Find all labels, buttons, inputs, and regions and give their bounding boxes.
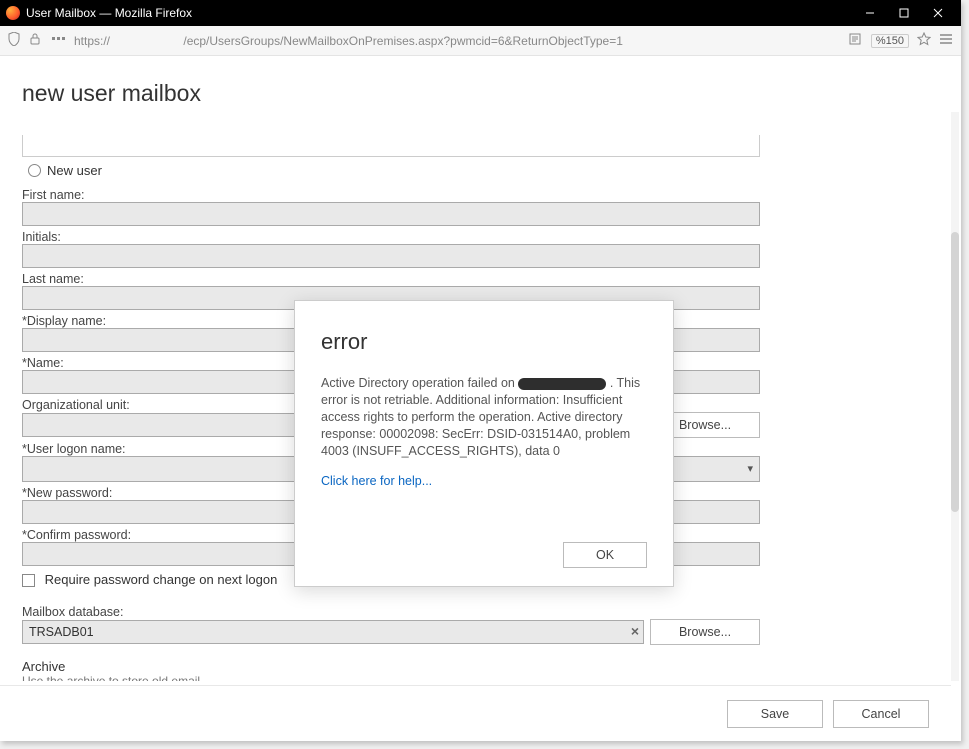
zoom-indicator[interactable]: %150 bbox=[871, 34, 909, 48]
mbdb-value: TRSADB01 bbox=[29, 625, 94, 639]
initials-input[interactable] bbox=[22, 244, 760, 268]
require-change-checkbox[interactable] bbox=[22, 574, 35, 587]
dialog-body-pre: Active Directory operation failed on bbox=[321, 376, 518, 390]
permissions-icon bbox=[52, 33, 66, 48]
dialog-title: error bbox=[321, 329, 647, 355]
url-path: /ecp/UsersGroups/NewMailboxOnPremises.as… bbox=[183, 34, 623, 48]
mbdb-input[interactable]: TRSADB01 × bbox=[22, 620, 644, 644]
help-link[interactable]: Click here for help... bbox=[321, 474, 432, 488]
initials-label: Initials: bbox=[22, 230, 760, 244]
cancel-button[interactable]: Cancel bbox=[833, 700, 929, 728]
archive-hint: Use the archive to store old email. bbox=[22, 674, 760, 681]
mbdb-label: Mailbox database: bbox=[22, 605, 760, 619]
last-name-label: Last name: bbox=[22, 272, 760, 286]
menu-icon[interactable] bbox=[939, 33, 953, 48]
clear-icon[interactable]: × bbox=[631, 623, 639, 639]
new-user-radio[interactable] bbox=[28, 164, 41, 177]
title-bar: User Mailbox — Mozilla Firefox bbox=[0, 0, 961, 26]
mbdb-browse-button[interactable]: Browse... bbox=[650, 619, 760, 645]
require-change-label: Require password change on next logon bbox=[45, 572, 278, 587]
first-name-label: First name: bbox=[22, 188, 760, 202]
close-button[interactable] bbox=[921, 0, 955, 26]
firefox-icon bbox=[6, 6, 20, 20]
first-name-input[interactable] bbox=[22, 202, 760, 226]
bookmark-icon[interactable] bbox=[917, 32, 931, 49]
url[interactable]: https:// /ecp/UsersGroups/NewMailboxOnPr… bbox=[74, 34, 841, 48]
shield-icon bbox=[8, 32, 22, 49]
error-dialog: error Active Directory operation failed … bbox=[294, 300, 674, 587]
lock-icon bbox=[30, 33, 44, 48]
chevron-down-icon: ▾ bbox=[747, 462, 753, 475]
address-bar: https:// /ecp/UsersGroups/NewMailboxOnPr… bbox=[0, 26, 961, 56]
ok-button[interactable]: OK bbox=[563, 542, 647, 568]
reader-icon[interactable] bbox=[849, 33, 863, 48]
truncated-box bbox=[22, 135, 760, 157]
footer: Save Cancel bbox=[0, 685, 951, 741]
archive-heading: Archive bbox=[22, 659, 760, 674]
scrollbar-thumb[interactable] bbox=[951, 232, 959, 512]
new-user-label: New user bbox=[47, 163, 102, 178]
scrollbar[interactable] bbox=[951, 112, 959, 681]
url-protocol: https:// bbox=[74, 34, 110, 48]
save-button[interactable]: Save bbox=[727, 700, 823, 728]
window-title: User Mailbox — Mozilla Firefox bbox=[26, 6, 192, 20]
minimize-button[interactable] bbox=[853, 0, 887, 26]
redacted-server bbox=[518, 378, 606, 390]
page-title: new user mailbox bbox=[22, 80, 929, 107]
maximize-button[interactable] bbox=[887, 0, 921, 26]
dialog-body: Active Directory operation failed on . T… bbox=[321, 375, 647, 459]
